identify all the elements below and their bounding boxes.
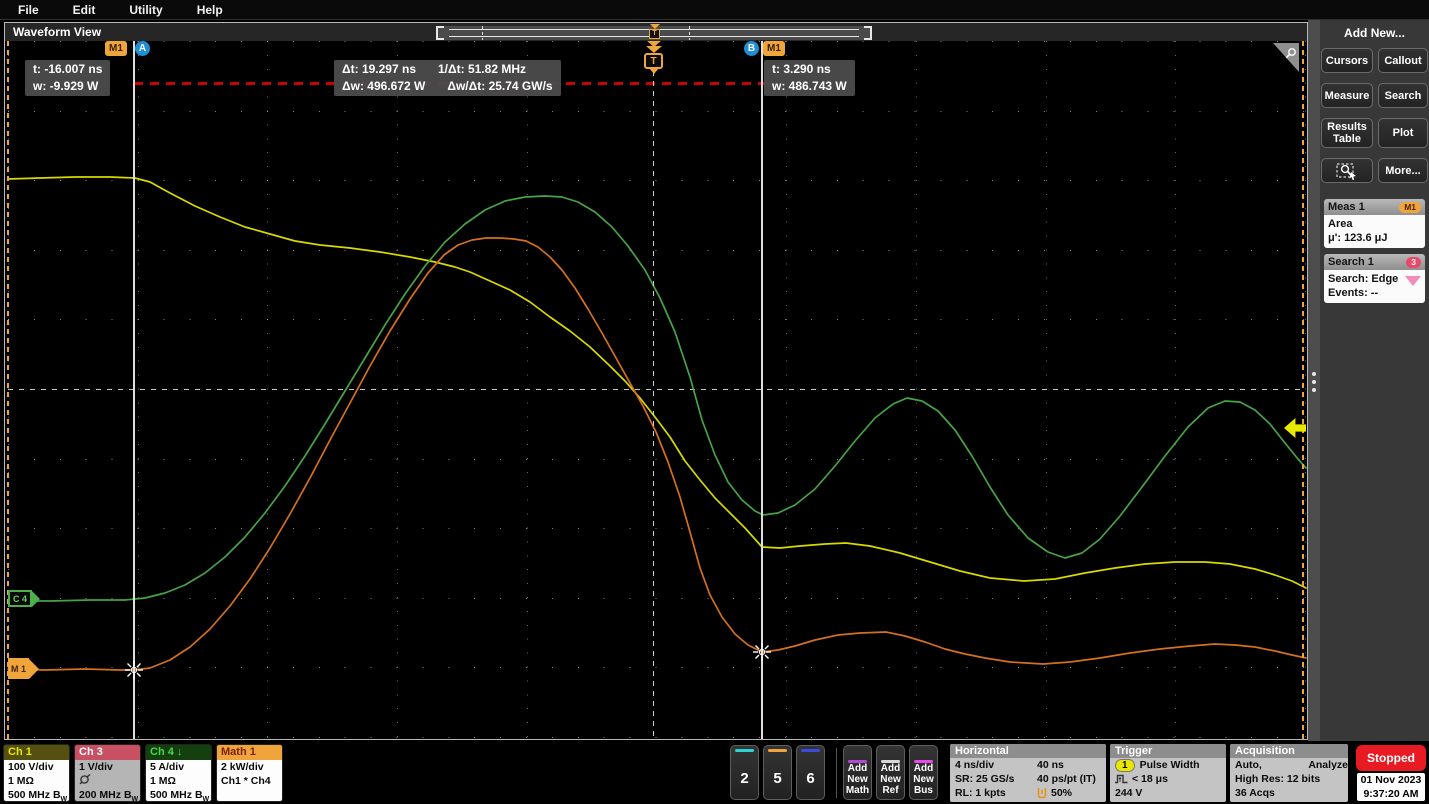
bandwidth-limit-icon: BW xyxy=(53,789,67,801)
zoom-box-icon xyxy=(1336,162,1358,180)
menu-bar: File Edit Utility Help xyxy=(0,0,1429,20)
pulse-width-icon xyxy=(1115,774,1128,784)
selected-waveform-left-edge xyxy=(7,41,9,739)
meas1-title: Meas 1 xyxy=(1328,201,1365,213)
ch4-level-marker[interactable]: C 4 xyxy=(8,590,40,607)
cursor-a-trace-marker xyxy=(125,661,143,679)
search1-count-badge: 3 xyxy=(1406,257,1421,268)
add-new-math-button[interactable]: Add New Math xyxy=(843,745,872,800)
divider xyxy=(836,748,837,798)
waveform-view-title: Waveform View xyxy=(13,25,101,39)
cursor-b-readout: t: 3.290 ns w: 486.743 W xyxy=(764,60,855,96)
trigger-panel[interactable]: Trigger 1Pulse Width < 18 μs 244 V xyxy=(1110,744,1226,802)
menu-utility[interactable]: Utility xyxy=(119,1,172,19)
minimap-tick xyxy=(689,26,690,40)
menu-help[interactable]: Help xyxy=(187,1,233,19)
cursor-a-handle[interactable]: A xyxy=(135,41,150,56)
ch6-off-button[interactable]: 6 xyxy=(796,745,825,800)
trigger-source-badge: 1 xyxy=(1115,759,1135,772)
cursors-button[interactable]: Cursors xyxy=(1321,48,1373,73)
minimap-trigger-marker[interactable]: T xyxy=(648,24,661,39)
search1-card[interactable]: Search 1 3 Search: Edge Events: -- xyxy=(1324,254,1425,303)
add-new-ref-button[interactable]: Add New Ref xyxy=(876,745,905,800)
math1-level-marker[interactable]: M 1 xyxy=(8,658,39,679)
math1-badge[interactable]: Math 1 2 kW/div Ch1 * Ch4 xyxy=(216,744,283,802)
run-stop-button[interactable]: Stopped xyxy=(1356,745,1426,771)
search1-title: Search 1 xyxy=(1328,256,1374,268)
cursor-a-readout: t: -16.007 ns w: -9.929 W xyxy=(25,60,110,96)
waveform-plot[interactable]: T M1 A B M1 t: -16.007 ns w: -9.929 W Δt… xyxy=(5,41,1307,739)
results-table-button[interactable]: Results Table xyxy=(1321,118,1373,148)
panel-splitter[interactable] xyxy=(1308,20,1320,741)
minimap-tick xyxy=(482,26,483,40)
trigger-position-icon xyxy=(1037,788,1047,799)
zoom-box-button[interactable] xyxy=(1321,158,1373,183)
oscilloscope-app: File Edit Utility Help Waveform View T xyxy=(0,0,1429,804)
trigger-flag-tip xyxy=(649,68,659,74)
search-button[interactable]: Search xyxy=(1378,83,1428,108)
bottom-bar: Ch 1 100 V/div 1 MΩ 500 MHz BW Ch 3 1 V/… xyxy=(0,742,1429,804)
ch2-off-button[interactable]: 2 xyxy=(730,745,759,800)
probe-icon xyxy=(79,774,91,785)
menu-file[interactable]: File xyxy=(8,1,49,19)
minimap-left-bracket[interactable] xyxy=(436,26,444,40)
waveform-traces xyxy=(5,41,1307,739)
cursor-a-line[interactable] xyxy=(133,41,135,739)
more-button[interactable]: More... xyxy=(1378,158,1428,183)
minimap-right-bracket[interactable] xyxy=(864,26,872,40)
meas1-source-badge: M1 xyxy=(1399,202,1421,213)
right-panel: Add New... Cursors Callout Measure Searc… xyxy=(1320,20,1429,741)
splitter-grip-icon xyxy=(1312,372,1316,396)
cursor-delta-readout: Δt: 19.297 ns1/Δt: 51.82 MHz Δw: 496.672… xyxy=(334,60,561,96)
bandwidth-limit-icon: BW xyxy=(195,789,209,801)
meas1-card[interactable]: Meas 1 M1 Area μ': 123.6 μJ xyxy=(1324,199,1425,248)
add-new-bus-button[interactable]: Add New Bus xyxy=(909,745,938,800)
trigger-position-line xyxy=(653,71,654,739)
add-new-header: Add New... xyxy=(1322,26,1427,40)
ch5-off-button[interactable]: 5 xyxy=(763,745,792,800)
ch3-badge[interactable]: Ch 3 1 V/div 200 MHz BW xyxy=(74,744,141,802)
meas1-value: μ': 123.6 μJ xyxy=(1328,231,1421,245)
cursor-b-line[interactable] xyxy=(761,41,763,739)
measure-button[interactable]: Measure xyxy=(1321,83,1373,108)
offset-down-arrow-icon: ↓ xyxy=(177,746,183,758)
trigger-marker[interactable]: T xyxy=(643,41,664,74)
callout-button[interactable]: Callout xyxy=(1378,48,1428,73)
trace-ch4 xyxy=(8,196,1306,601)
horizontal-panel[interactable]: Horizontal 4 ns/div40 ns SR: 25 GS/s40 p… xyxy=(950,744,1106,802)
bandwidth-limit-icon: BW xyxy=(124,789,138,801)
ch1-badge[interactable]: Ch 1 100 V/div 1 MΩ 500 MHz BW xyxy=(3,744,70,802)
cursor-a-source-badge[interactable]: M1 xyxy=(105,41,127,56)
ch4-badge[interactable]: Ch 4 ↓ 5 A/div 1 MΩ 500 MHz BW xyxy=(145,744,212,802)
waveform-view-window: Waveform View T T xyxy=(4,22,1308,740)
cursor-b-handle[interactable]: B xyxy=(744,41,759,56)
trigger-flag[interactable]: T xyxy=(644,53,663,69)
plot-button[interactable]: Plot xyxy=(1378,118,1428,148)
cursor-b-trace-marker xyxy=(753,643,771,661)
minimap-pan-zoom-bar[interactable]: T xyxy=(436,26,872,40)
search1-events: Events: -- xyxy=(1328,286,1421,300)
trigger-chevron-icon xyxy=(646,46,662,53)
meas1-type: Area xyxy=(1328,217,1421,231)
datetime-display: 01 Nov 2023 9:37:20 AM xyxy=(1357,773,1425,801)
cursor-b-source-badge[interactable]: M1 xyxy=(763,41,785,56)
menu-edit[interactable]: Edit xyxy=(63,1,106,19)
search-marker-icon xyxy=(1405,276,1421,286)
acquisition-panel[interactable]: Acquisition Auto,Analyze High Res: 12 bi… xyxy=(1230,744,1348,802)
selected-waveform-right-edge xyxy=(1302,41,1304,739)
trace-math1 xyxy=(8,238,1306,670)
